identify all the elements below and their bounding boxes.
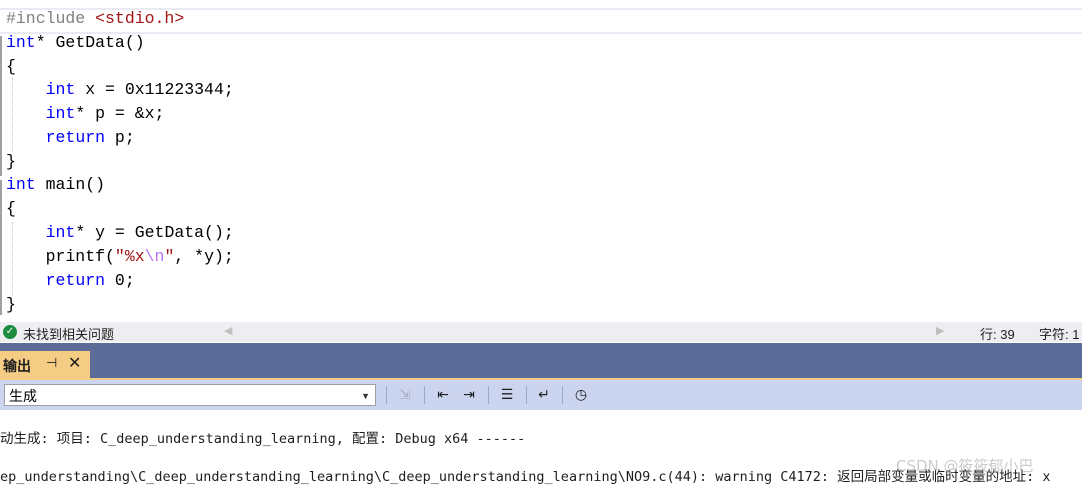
output-panel-titlebar [0, 343, 1082, 378]
word-wrap-icon[interactable]: ↵ [533, 384, 555, 406]
code-token: * p = &x; [75, 104, 165, 123]
output-line: 动生成: 项目: C_deep_understanding_learning, … [0, 431, 526, 447]
keyword-token: int [6, 33, 36, 52]
watermark: CSDN @筱筱郁小巴 [896, 457, 1034, 475]
keyword-token: return [45, 271, 106, 290]
output-source-select[interactable]: 生成 ▼ [4, 384, 376, 406]
chevron-down-icon: ▼ [361, 391, 370, 401]
code-line[interactable]: } [6, 150, 1082, 174]
output-line: ep_understanding\C_deep_understanding_le… [0, 469, 1051, 485]
toolbar-separator [488, 386, 489, 404]
scroll-left-icon[interactable]: ◀ [224, 324, 232, 337]
code-token: * GetData() [35, 33, 145, 52]
code-token: { [6, 199, 16, 218]
char-indicator[interactable]: 字符: 1 [1039, 324, 1079, 343]
toolbar-separator [386, 386, 387, 404]
code-token: , *y); [174, 247, 234, 266]
code-token: } [6, 295, 16, 314]
code-line[interactable]: int x = 0x11223344; [6, 78, 1082, 102]
output-source-value: 生成 [9, 388, 37, 404]
issues-status[interactable]: 未找到相关问题 [23, 324, 114, 343]
code-line[interactable]: { [6, 197, 1082, 221]
code-token: printf( [6, 247, 115, 266]
code-line[interactable]: int* p = &x; [6, 102, 1082, 126]
string-token: " [164, 247, 175, 266]
toolbar-separator [424, 386, 425, 404]
previous-message-icon[interactable]: ⇤ [432, 384, 454, 406]
editor-status-bar: ✓ 未找到相关问题 ◀ ▶ 行: 39 字符: 1 [0, 322, 1082, 342]
code-line[interactable]: { [6, 55, 1082, 79]
code-editor[interactable]: #include <stdio.h> int* GetData(){ int x … [0, 0, 1082, 322]
code-token: { [6, 57, 16, 76]
code-token: main() [35, 175, 106, 194]
find-message-icon[interactable]: ⇲ [394, 384, 416, 406]
code-line[interactable]: #include <stdio.h> [6, 7, 1082, 31]
code-token: p; [105, 128, 135, 147]
keyword-token: return [45, 128, 106, 147]
code-line[interactable]: int main() [6, 173, 1082, 197]
pin-icon[interactable]: ⊣ [46, 355, 57, 371]
fold-marker [0, 36, 2, 176]
string-token: <stdio.h> [95, 9, 185, 28]
keyword-token: int [45, 80, 76, 99]
keyword-token: int [45, 223, 76, 242]
line-indicator[interactable]: 行: 39 [980, 324, 1015, 343]
scroll-right-icon[interactable]: ▶ [936, 324, 944, 337]
fold-marker [0, 180, 2, 315]
code-line[interactable]: } [6, 293, 1082, 317]
close-icon[interactable]: ✕ [68, 353, 81, 373]
code-line[interactable]: printf("%x\n", *y); [6, 245, 1082, 269]
code-line[interactable]: int* y = GetData(); [6, 221, 1082, 245]
string-token: \n [144, 247, 165, 266]
tab-output-label: 输出 [3, 358, 31, 374]
toolbar-separator [562, 386, 563, 404]
code-token: 0; [105, 271, 135, 290]
code-line[interactable]: int* GetData() [6, 31, 1082, 55]
string-token: "%x [114, 247, 145, 266]
check-circle-icon: ✓ [3, 325, 17, 339]
keyword-token: int [45, 104, 76, 123]
next-message-icon[interactable]: ⇥ [458, 384, 480, 406]
output-toolbar: 生成 ▼ ⇲ ⇤ ⇥ ☰ ↵ ◷ [0, 378, 1082, 410]
code-token: } [6, 152, 16, 171]
code-line[interactable]: return 0; [6, 269, 1082, 293]
clock-icon[interactable]: ◷ [570, 384, 592, 406]
tab-output[interactable]: 输出 ⊣ ✕ [0, 351, 90, 378]
clear-all-icon[interactable]: ☰ [496, 384, 518, 406]
preprocessor-token: #include [6, 9, 96, 28]
toolbar-separator [526, 386, 527, 404]
code-token: x = 0x11223344; [75, 80, 234, 99]
code-line[interactable]: return p; [6, 126, 1082, 150]
keyword-token: int [6, 175, 36, 194]
code-token: * y = GetData(); [75, 223, 234, 242]
